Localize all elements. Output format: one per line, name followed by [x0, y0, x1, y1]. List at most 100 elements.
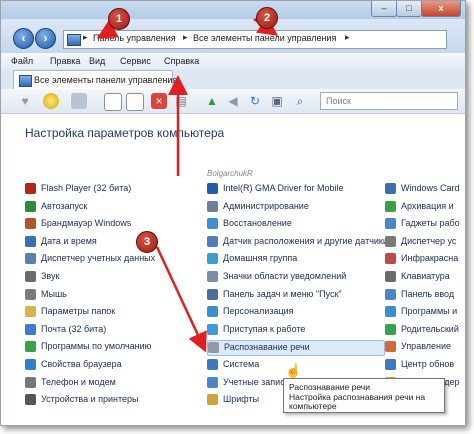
- control-panel-item[interactable]: Панель ввод: [385, 288, 465, 302]
- control-panel-item[interactable]: Администрирование: [207, 200, 383, 214]
- browser-icon: [25, 359, 36, 370]
- back-arrow-icon: ‹: [21, 31, 26, 45]
- new-window-icon[interactable]: [104, 93, 122, 111]
- search-placeholder: Поиск: [326, 96, 351, 106]
- taskbar-icon: [207, 289, 218, 300]
- back-small-icon[interactable]: ◀: [225, 93, 241, 109]
- menu-help[interactable]: Справка: [164, 56, 199, 66]
- control-panel-item[interactable]: Flash Player (32 бита): [25, 182, 185, 196]
- item-label: Панель задач и меню "Пуск": [223, 289, 342, 299]
- infrared-icon: [385, 253, 396, 264]
- menu-tools[interactable]: Сервис: [120, 56, 151, 66]
- control-panel-item[interactable]: Датчик расположения и другие датчики: [207, 235, 388, 249]
- control-panel-item[interactable]: Восстановление: [207, 217, 383, 231]
- control-panel-item[interactable]: Приступая к работе: [207, 323, 383, 337]
- control-panel-icon: [67, 34, 81, 46]
- item-label: Почта (32 бита): [41, 324, 107, 334]
- control-panel-item[interactable]: Диспетчер учетных данных: [25, 252, 185, 266]
- menu-view[interactable]: Вид: [89, 56, 105, 66]
- item-label: Программы по умолчанию: [41, 341, 152, 351]
- item-label: Домашняя группа: [223, 253, 298, 263]
- item-label: Персонализация: [223, 306, 294, 316]
- watermark: BolgarchukR: [207, 169, 253, 178]
- control-panel-item[interactable]: Программы и: [385, 305, 465, 319]
- mouse-icon: [25, 289, 36, 300]
- history-icon[interactable]: [43, 93, 59, 109]
- control-panel-item[interactable]: Персонализация: [207, 305, 383, 319]
- autoplay-icon: [25, 201, 36, 212]
- admin-tools-icon: [207, 201, 218, 212]
- minimize-button[interactable]: –: [371, 1, 397, 17]
- search-input[interactable]: Поиск: [320, 92, 458, 110]
- forward-arrow-icon: ›: [43, 31, 48, 45]
- control-panel-item[interactable]: Клавиатура: [385, 270, 465, 284]
- homegroup-icon: [207, 253, 218, 264]
- image-icon[interactable]: [71, 93, 87, 109]
- breadcrumb-separator: ▸: [83, 32, 88, 42]
- control-panel-item[interactable]: Мышь: [25, 288, 185, 302]
- firewall-icon: [25, 218, 36, 229]
- search-icon[interactable]: ⌕: [292, 93, 308, 109]
- item-label: Звук: [41, 271, 60, 281]
- tooltip: Распознавание речи Настройка распознаван…: [283, 378, 445, 413]
- delete-icon[interactable]: ×: [151, 93, 167, 109]
- control-panel-item[interactable]: Свойства браузера: [25, 358, 185, 372]
- control-panel-item[interactable]: Панель задач и меню "Пуск": [207, 288, 383, 302]
- control-panel-item[interactable]: Параметры папок: [25, 305, 185, 319]
- control-panel-item[interactable]: Почта (32 бита): [25, 323, 185, 337]
- maximize-button[interactable]: □: [396, 1, 422, 17]
- copy-icon[interactable]: [126, 93, 144, 111]
- control-panel-item[interactable]: Управление: [385, 340, 465, 354]
- control-panel-item[interactable]: Телефон и модем: [25, 376, 185, 390]
- control-panel-item[interactable]: Центр обнов: [385, 358, 465, 372]
- control-panel-item[interactable]: Брандмауэр Windows: [25, 217, 185, 231]
- breadcrumb-control-panel[interactable]: Панель управления: [93, 33, 176, 43]
- control-panel-item[interactable]: Дата и время: [25, 235, 185, 249]
- parental-icon: [385, 324, 396, 335]
- item-label: Учетные записи: [223, 377, 290, 387]
- folder-icon: [25, 306, 36, 317]
- update-icon: [385, 359, 396, 370]
- breadcrumb-separator: ▸: [183, 32, 188, 42]
- breadcrumb-all-items[interactable]: Все элементы панели управления: [193, 33, 336, 43]
- refresh-icon[interactable]: ↻: [247, 93, 263, 109]
- favorites-icon[interactable]: ♥: [17, 93, 33, 109]
- control-panel-item[interactable]: Распознавание речи: [207, 340, 385, 356]
- control-panel-item[interactable]: Значки области уведомлений: [207, 270, 383, 284]
- close-button[interactable]: x: [421, 1, 461, 17]
- credentials-icon: [25, 253, 36, 264]
- back-button[interactable]: ‹: [13, 28, 34, 49]
- control-panel-item[interactable]: Инфракрасна: [385, 252, 465, 266]
- microphone-icon: [208, 342, 219, 353]
- annotation-badge-1: 1: [108, 8, 130, 30]
- item-label: Телефон и модем: [41, 377, 116, 387]
- control-panel-item[interactable]: Windows Card: [385, 182, 465, 196]
- control-panel-item[interactable]: Устройства и принтеры: [25, 393, 185, 407]
- color-icon: [385, 341, 396, 352]
- tab-all-items[interactable]: Все элементы панели управления: [13, 70, 177, 90]
- address-bar[interactable]: ▸ Панель управления ▸ Все элементы панел…: [63, 30, 447, 49]
- item-label: Распознавание речи: [224, 342, 310, 352]
- control-panel-item[interactable]: Родительский: [385, 323, 465, 337]
- control-panel-item[interactable]: Автозапуск: [25, 200, 185, 214]
- flash-icon: [25, 183, 36, 194]
- control-panel-item[interactable]: Домашняя группа: [207, 252, 383, 266]
- forward-button[interactable]: ›: [35, 28, 56, 49]
- item-label: Гаджеты рабо: [401, 218, 460, 228]
- computer-icon[interactable]: ▣: [269, 93, 285, 109]
- item-label: Панель ввод: [401, 289, 455, 299]
- control-panel-item[interactable]: Программы по умолчанию: [25, 340, 185, 354]
- control-panel-item[interactable]: Intel(R) GMA Driver for Mobile: [207, 182, 383, 196]
- item-label: Дата и время: [41, 236, 97, 246]
- properties-icon[interactable]: ▤: [173, 93, 189, 109]
- control-panel-item[interactable]: Гаджеты рабо: [385, 217, 465, 231]
- control-panel-item[interactable]: Звук: [25, 270, 185, 284]
- up-arrow-icon[interactable]: ▲: [204, 93, 220, 109]
- control-panel-icon: [19, 75, 32, 87]
- menu-file[interactable]: Файл: [11, 56, 33, 66]
- control-panel-item[interactable]: Архивация и: [385, 200, 465, 214]
- accounts-icon: [207, 377, 218, 388]
- annotation-badge-3: 3: [136, 231, 158, 253]
- control-panel-item[interactable]: Диспетчер ус: [385, 235, 465, 249]
- menu-edit[interactable]: Правка: [50, 56, 80, 66]
